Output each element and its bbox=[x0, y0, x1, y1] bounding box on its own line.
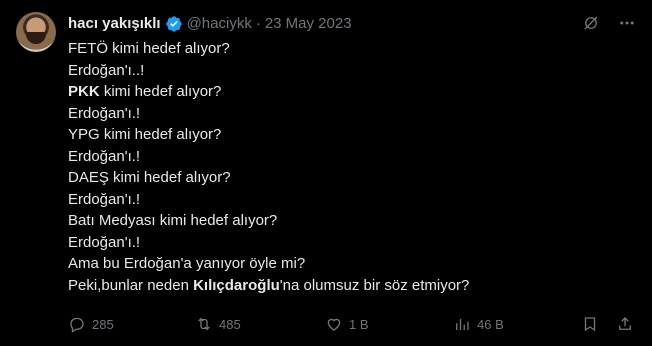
reply-count: 285 bbox=[92, 316, 114, 332]
separator-dot: · bbox=[255, 15, 261, 32]
tweet-line: Batı Medyası kimi hedef alıyor? bbox=[68, 212, 278, 229]
retweet-button[interactable]: 485 bbox=[195, 315, 241, 333]
tweet-header: hacı yakışıklı @haciykk · 23 May 2023 bbox=[68, 14, 352, 34]
retweet-count: 485 bbox=[219, 316, 241, 332]
tweet-line: FETÖ kimi hedef alıyor? bbox=[68, 40, 230, 57]
grok-icon[interactable] bbox=[582, 14, 600, 37]
views-count: 46 B bbox=[477, 316, 504, 332]
share-icon bbox=[619, 317, 631, 330]
analytics-icon bbox=[456, 318, 469, 330]
tweet-line: Peki,bunlar neden Kılıçdaroğlu'na olumsu… bbox=[68, 275, 628, 297]
verified-badge-icon bbox=[165, 15, 183, 33]
tweet-text: FETÖ kimi hedef alıyor? Erdoğan'ı..! PKK… bbox=[68, 38, 628, 296]
tweet-line: Erdoğan'ı.! bbox=[68, 233, 141, 251]
like-count: 1 B bbox=[349, 316, 369, 332]
tweet-line: Ama bu Erdoğan'a yanıyor öyle mi? bbox=[68, 255, 306, 272]
author-handle[interactable]: @haciykk bbox=[187, 14, 252, 34]
like-button[interactable]: 1 B bbox=[325, 315, 369, 333]
more-options-icon[interactable] bbox=[618, 14, 636, 37]
bookmark-button[interactable] bbox=[581, 315, 599, 333]
tweet-line: Erdoğan'ı.! bbox=[68, 147, 141, 165]
line-text: 'na olumsuz bir söz etmiyor? bbox=[279, 276, 470, 294]
author-name[interactable]: hacı yakışıklı bbox=[68, 14, 161, 34]
top-right-icons bbox=[582, 14, 636, 37]
retweet-icon bbox=[198, 317, 210, 331]
tweet-line: Erdoğan'ı.! bbox=[68, 190, 141, 208]
bold-text: Kılıçdaroğlu bbox=[193, 276, 280, 294]
share-button[interactable] bbox=[616, 315, 634, 333]
heart-icon bbox=[327, 318, 341, 331]
reply-button[interactable]: 285 bbox=[68, 315, 114, 333]
tweet-line: PKK kimi hedef alıyor? bbox=[68, 81, 628, 103]
bookmark-icon bbox=[584, 317, 596, 332]
tweet-line: YPG kimi hedef alıyor? bbox=[68, 126, 222, 143]
tweet-line: Erdoğan'ı..! bbox=[68, 61, 145, 79]
line-text: Peki,bunlar neden bbox=[68, 276, 194, 294]
bold-text: PKK bbox=[68, 83, 100, 100]
tweet-date[interactable]: 23 May 2023 bbox=[265, 14, 352, 34]
line-text: kimi hedef alıyor? bbox=[99, 83, 222, 100]
tweet-line: Erdoğan'ı.! bbox=[68, 104, 141, 122]
reply-icon bbox=[70, 317, 84, 333]
views-button[interactable]: 46 B bbox=[453, 315, 504, 333]
action-bar: 285 485 1 B 46 B bbox=[68, 315, 636, 335]
avatar[interactable] bbox=[16, 12, 56, 52]
tweet-card[interactable]: hacı yakışıklı @haciykk · 23 May 2023 FE… bbox=[0, 0, 652, 346]
tweet-line: DAEŞ kimi hedef alıyor? bbox=[68, 169, 231, 186]
